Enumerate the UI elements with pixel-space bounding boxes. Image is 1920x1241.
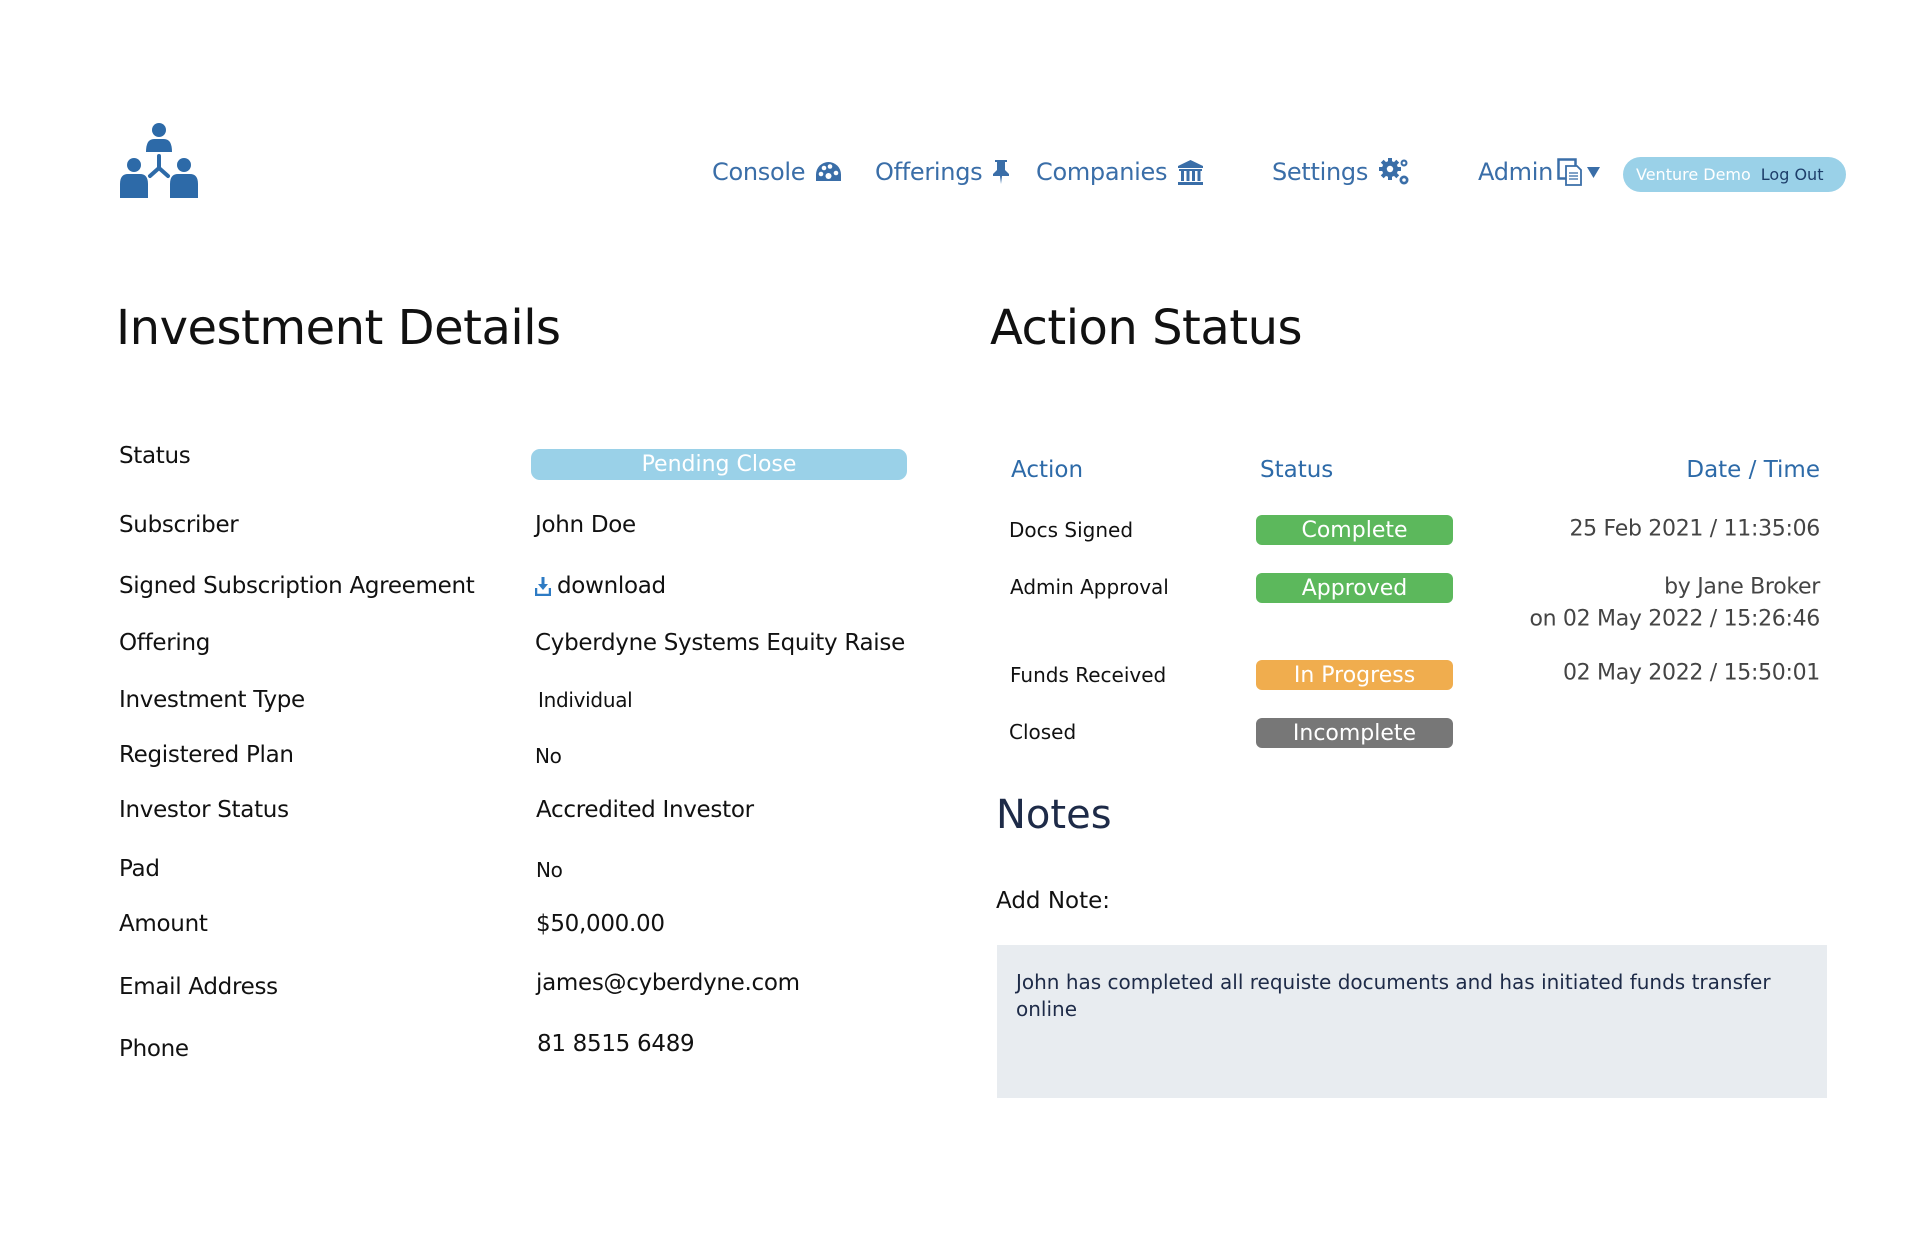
gears-icon <box>1379 158 1409 185</box>
subscription-agreement-label: Signed Subscription Agreement <box>119 573 475 599</box>
phone-label: Phone <box>119 1036 189 1062</box>
action-status-badge: Approved <box>1256 573 1453 603</box>
action-datetime: on 02 May 2022 / 15:26:46 <box>1529 606 1820 632</box>
action-status-badge: Incomplete <box>1256 718 1453 748</box>
column-header-action: Action <box>1011 457 1084 483</box>
investment-details-title: Investment Details <box>116 300 561 356</box>
nav-companies[interactable]: Companies <box>1036 154 1204 190</box>
nav-settings-label: Settings <box>1272 158 1369 186</box>
people-network-icon <box>120 123 198 198</box>
action-status-badge: In Progress <box>1256 660 1453 690</box>
documents-icon <box>1557 158 1582 186</box>
email-value: james@cyberdyne.com <box>536 970 800 996</box>
subscriber-value: John Doe <box>535 512 636 538</box>
email-label: Email Address <box>119 974 278 1000</box>
action-status-title: Action Status <box>990 300 1303 356</box>
action-name: Docs Signed <box>1009 518 1134 542</box>
logo[interactable] <box>120 122 198 198</box>
offering-label: Offering <box>119 630 211 656</box>
action-datetime: 25 Feb 2021 / 11:35:06 <box>1569 516 1820 542</box>
caret-down-icon <box>1587 166 1600 178</box>
investment-type-label: Investment Type <box>119 687 305 713</box>
column-header-datetime: Date / Time <box>1686 457 1820 483</box>
investor-status-value: Accredited Investor <box>536 797 754 823</box>
nav-console[interactable]: Console <box>712 154 842 190</box>
subscriber-label: Subscriber <box>119 512 239 538</box>
action-name: Funds Received <box>1010 663 1167 687</box>
action-name: Closed <box>1009 720 1077 744</box>
pushpin-icon <box>993 160 1010 184</box>
offering-value: Cyberdyne Systems Equity Raise <box>535 630 905 656</box>
phone-value: 81 8515 6489 <box>537 1031 695 1057</box>
action-status-badge: Complete <box>1256 515 1453 545</box>
nav-companies-label: Companies <box>1036 158 1168 186</box>
nav-offerings-label: Offerings <box>875 158 983 186</box>
user-name: Venture Demo <box>1636 165 1751 184</box>
pad-value: No <box>536 858 563 882</box>
nav-admin[interactable]: Admin <box>1478 154 1600 190</box>
column-header-status: Status <box>1260 457 1334 483</box>
registered-plan-label: Registered Plan <box>119 742 294 768</box>
bank-building-icon <box>1178 159 1204 185</box>
download-link[interactable]: download <box>535 573 666 599</box>
investor-status-label: Investor Status <box>119 797 289 823</box>
action-datetime: 02 May 2022 / 15:50:01 <box>1562 660 1820 686</box>
nav-admin-label: Admin <box>1478 158 1553 186</box>
subscription-agreement-value: download <box>535 573 666 599</box>
registered-plan-value: No <box>535 744 562 768</box>
status-badge: Pending Close <box>531 449 907 480</box>
add-note-label: Add Note: <box>996 888 1111 914</box>
amount-value: $50,000.00 <box>536 911 665 937</box>
dashboard-gauge-icon <box>816 162 842 181</box>
user-pill: Venture Demo Log Out <box>1623 157 1846 192</box>
amount-label: Amount <box>119 911 208 937</box>
download-link-label: download <box>557 573 666 599</box>
status-label: Status <box>119 443 191 469</box>
notes-title: Notes <box>996 792 1112 838</box>
nav-offerings[interactable]: Offerings <box>875 154 1010 190</box>
action-approver: by Jane Broker <box>1664 574 1820 600</box>
note-textarea[interactable]: John has completed all requiste document… <box>997 945 1827 1098</box>
nav-console-label: Console <box>712 158 806 186</box>
investment-type-value: Individual <box>538 688 633 712</box>
logout-link[interactable]: Log Out <box>1761 165 1824 184</box>
nav-settings[interactable]: Settings <box>1272 154 1412 190</box>
download-icon <box>535 577 551 596</box>
pad-label: Pad <box>119 856 160 882</box>
action-name: Admin Approval <box>1010 575 1169 599</box>
